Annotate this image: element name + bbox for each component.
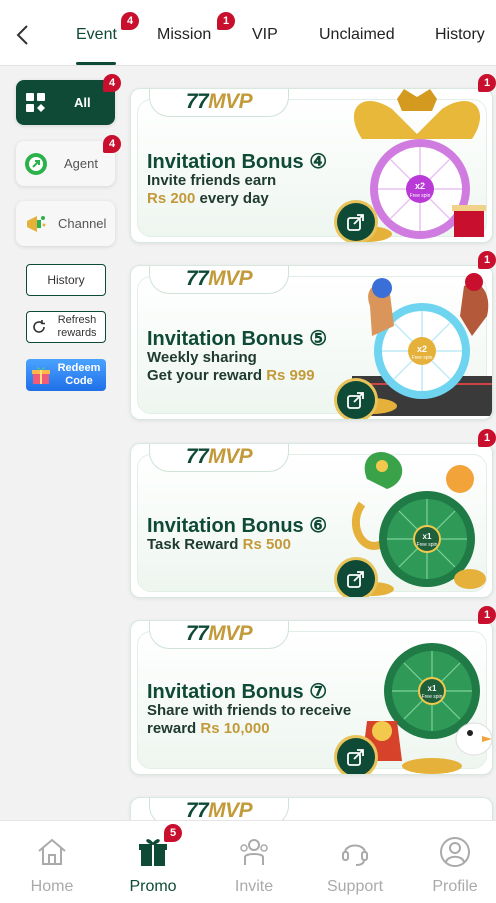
bottom-navigation: Home Promo 5 Invite Support Profile xyxy=(0,820,496,903)
svg-text:x1: x1 xyxy=(428,684,437,693)
nav-promo[interactable]: Promo xyxy=(113,835,193,896)
card-reward: reward Rs 10,000 xyxy=(147,720,270,737)
card-reward: Get your reward Rs 999 xyxy=(147,367,315,384)
card-reward: Rs 200 every day xyxy=(147,190,269,207)
sidebar-item-all[interactable]: All xyxy=(16,80,115,125)
history-button[interactable]: History xyxy=(26,264,106,296)
sidebar-item-agent[interactable]: Agent xyxy=(16,141,115,186)
svg-text:Free spin: Free spin xyxy=(412,355,433,361)
share-circle-icon xyxy=(24,152,48,176)
card-description: Share with friends to receive xyxy=(147,702,352,719)
active-tab-indicator xyxy=(76,62,116,65)
tab-unclaimed[interactable]: Unclaimed xyxy=(319,26,395,44)
headset-icon xyxy=(342,844,368,866)
share-button[interactable] xyxy=(337,203,375,241)
nav-label: Home xyxy=(30,878,74,895)
brand-logo: 77 MVP xyxy=(149,89,289,117)
card-badge: 1 xyxy=(478,74,496,92)
nav-home[interactable]: Home xyxy=(12,835,92,896)
tab-vip[interactable]: VIP xyxy=(252,26,278,44)
card-title: Invitation Bonus ④ xyxy=(147,151,328,173)
sidebar-item-label: Channel xyxy=(58,216,107,231)
svg-text:Free spin: Free spin xyxy=(422,694,443,700)
svg-text:x1: x1 xyxy=(423,532,432,541)
brand-logo: 77 MVP xyxy=(149,266,289,294)
megaphone-icon xyxy=(24,212,48,236)
share-button[interactable] xyxy=(337,560,375,597)
card-title: Invitation Bonus ⑦ xyxy=(147,681,328,703)
share-icon xyxy=(347,749,364,766)
card-badge: 1 xyxy=(478,251,496,269)
tab-event-badge: 4 xyxy=(121,12,139,30)
refresh-icon xyxy=(33,320,45,333)
refresh-rewards-button[interactable]: Refresh rewards xyxy=(26,311,106,343)
card-reward: Task Reward Rs 500 xyxy=(147,536,291,553)
grid-icon xyxy=(24,91,48,115)
nav-label: Invite xyxy=(234,878,274,895)
refresh-label: Refresh rewards xyxy=(57,314,97,339)
card-description: Invite friends earn xyxy=(147,172,277,189)
sidebar-all-badge: 4 xyxy=(103,74,121,92)
tab-history[interactable]: History xyxy=(435,26,485,44)
promo-card-invitation-4[interactable]: 77 MVP Invitation Bonus ④ Invite friends … xyxy=(130,88,493,243)
card-title: Invitation Bonus ⑥ xyxy=(147,515,328,537)
svg-text:x2: x2 xyxy=(415,181,425,191)
nav-label: Support xyxy=(326,878,384,895)
nav-support[interactable]: Support xyxy=(315,835,395,896)
back-arrow-icon[interactable] xyxy=(12,22,34,48)
card-description: Weekly sharing xyxy=(147,349,257,366)
tab-event[interactable]: Event xyxy=(76,26,117,44)
users-icon xyxy=(240,839,268,865)
share-icon xyxy=(347,214,364,231)
sidebar-agent-badge: 4 xyxy=(103,135,121,153)
svg-text:Free spin: Free spin xyxy=(417,542,438,548)
svg-text:x2: x2 xyxy=(417,344,427,354)
nav-profile[interactable]: Profile xyxy=(415,835,495,896)
tab-mission[interactable]: Mission xyxy=(157,26,211,44)
nav-invite[interactable]: Invite xyxy=(214,835,294,896)
home-icon xyxy=(38,838,66,865)
sidebar-item-channel[interactable]: Channel xyxy=(16,201,115,246)
card-badge: 1 xyxy=(478,606,496,624)
redeem-label: Redeem Code xyxy=(57,362,101,387)
tab-mission-badge: 1 xyxy=(217,12,235,30)
nav-label: Promo xyxy=(129,878,177,895)
top-tab-bar: Event 4 Mission 1 VIP Unclaimed History xyxy=(0,0,496,66)
promo-card-invitation-7[interactable]: 77 MVP Invitation Bonus ⑦ Share with frie… xyxy=(130,620,493,775)
nav-label: Profile xyxy=(432,878,478,895)
share-button[interactable] xyxy=(337,738,375,774)
gift-icon xyxy=(32,367,50,384)
svg-text:Free spin: Free spin xyxy=(410,193,431,199)
share-button[interactable] xyxy=(337,381,375,419)
promo-card-invitation-5[interactable]: 77 MVP Invitation Bonus ⑤ Weekly sharing … xyxy=(130,265,493,420)
redeem-code-button[interactable]: Redeem Code xyxy=(26,359,106,391)
sidebar-item-label: Agent xyxy=(64,156,98,171)
nav-promo-badge: 5 xyxy=(164,824,182,842)
brand-logo: 77 MVP xyxy=(149,444,289,472)
profile-icon xyxy=(440,837,470,867)
promo-card-invitation-6[interactable]: 77 MVP Invitation Bonus ⑥ Task Reward Rs … xyxy=(130,443,493,598)
card-title: Invitation Bonus ⑤ xyxy=(147,328,328,350)
share-icon xyxy=(347,392,364,409)
card-badge: 1 xyxy=(478,429,496,447)
share-icon xyxy=(347,571,364,588)
sidebar-item-label: All xyxy=(74,95,91,110)
brand-logo: 77 MVP xyxy=(149,621,289,649)
